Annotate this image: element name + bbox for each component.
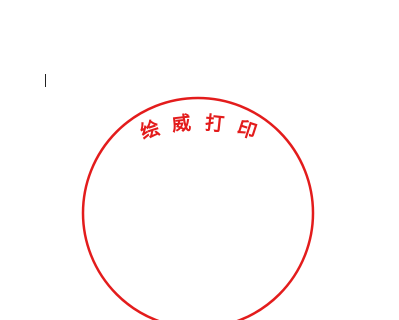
stamp-text: 绘 威 打 印 <box>137 111 259 144</box>
stamp-char: 打 <box>204 111 225 136</box>
stamp-char: 威 <box>171 111 192 136</box>
stamp-char: 绘 <box>137 116 162 144</box>
document-canvas[interactable]: 绘 威 打 印 <box>0 0 399 320</box>
stamp-seal[interactable]: 绘 威 打 印 <box>0 0 399 320</box>
stamp-char: 印 <box>234 117 259 144</box>
stamp-ring <box>81 96 315 320</box>
